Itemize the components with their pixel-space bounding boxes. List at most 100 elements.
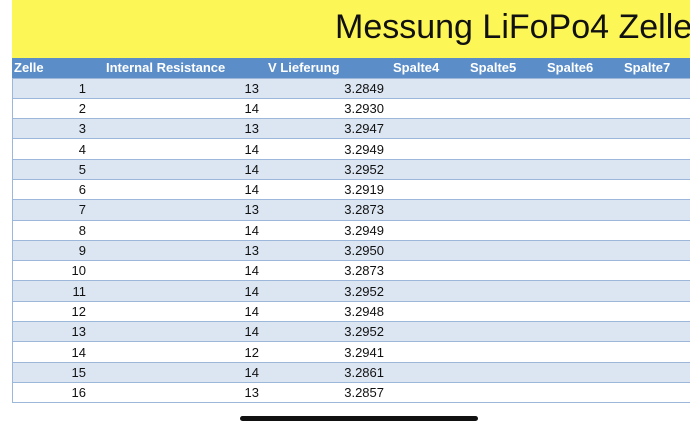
- cell-spalte4[interactable]: [389, 219, 466, 241]
- cell-spalte7[interactable]: [620, 97, 690, 119]
- cell-v-lieferung[interactable]: 3.2950: [264, 239, 389, 261]
- cell-spalte4[interactable]: [389, 260, 466, 281]
- cell-spalte7[interactable]: [620, 199, 690, 221]
- cell-spalte6[interactable]: [543, 300, 620, 322]
- column-header-spalte6[interactable]: Spalte6: [543, 58, 620, 78]
- cell-v-lieferung[interactable]: 3.2948: [264, 300, 389, 322]
- cell-spalte4[interactable]: [389, 341, 466, 363]
- cell-spalte7[interactable]: [620, 138, 690, 160]
- cell-spalte7[interactable]: [620, 118, 690, 139]
- cell-zelle[interactable]: 1: [12, 77, 92, 99]
- cell-spalte5[interactable]: [466, 300, 543, 322]
- cell-v-lieferung[interactable]: 3.2930: [264, 97, 389, 119]
- cell-spalte5[interactable]: [466, 381, 543, 404]
- home-indicator-bar[interactable]: [240, 416, 478, 421]
- cell-v-lieferung[interactable]: 3.2949: [264, 219, 389, 241]
- cell-spalte5[interactable]: [466, 118, 543, 139]
- cell-spalte5[interactable]: [466, 361, 543, 383]
- column-header-internal-resistance[interactable]: Internal Resistance: [92, 58, 264, 78]
- column-header-spalte5[interactable]: Spalte5: [466, 58, 543, 78]
- cell-spalte4[interactable]: [389, 138, 466, 160]
- cell-zelle[interactable]: 15: [12, 361, 92, 383]
- cell-spalte4[interactable]: [389, 321, 466, 342]
- cell-spalte6[interactable]: [543, 381, 620, 404]
- cell-zelle[interactable]: 3: [12, 118, 92, 139]
- cell-spalte6[interactable]: [543, 260, 620, 281]
- cell-spalte7[interactable]: [620, 178, 690, 200]
- cell-zelle[interactable]: 12: [12, 300, 92, 322]
- cell-spalte4[interactable]: [389, 158, 466, 180]
- cell-internal-resistance[interactable]: 14: [92, 321, 264, 342]
- cell-spalte5[interactable]: [466, 77, 543, 99]
- cell-internal-resistance[interactable]: 14: [92, 260, 264, 281]
- cell-spalte7[interactable]: [620, 280, 690, 302]
- cell-internal-resistance[interactable]: 13: [92, 199, 264, 221]
- cell-v-lieferung[interactable]: 3.2952: [264, 280, 389, 302]
- cell-v-lieferung[interactable]: 3.2941: [264, 341, 389, 363]
- cell-spalte6[interactable]: [543, 178, 620, 200]
- cell-zelle[interactable]: 16: [12, 381, 92, 404]
- cell-spalte5[interactable]: [466, 219, 543, 241]
- cell-internal-resistance[interactable]: 13: [92, 118, 264, 139]
- cell-spalte6[interactable]: [543, 361, 620, 383]
- cell-zelle[interactable]: 9: [12, 239, 92, 261]
- cell-internal-resistance[interactable]: 14: [92, 361, 264, 383]
- column-header-v-lieferung[interactable]: V Lieferung: [264, 58, 389, 78]
- cell-spalte6[interactable]: [543, 321, 620, 342]
- cell-internal-resistance[interactable]: 14: [92, 158, 264, 180]
- cell-spalte7[interactable]: [620, 260, 690, 281]
- cell-v-lieferung[interactable]: 3.2861: [264, 361, 389, 383]
- cell-spalte4[interactable]: [389, 118, 466, 139]
- cell-spalte4[interactable]: [389, 300, 466, 322]
- cell-spalte5[interactable]: [466, 178, 543, 200]
- cell-spalte7[interactable]: [620, 341, 690, 363]
- cell-zelle[interactable]: 7: [12, 199, 92, 221]
- column-header-spalte4[interactable]: Spalte4: [389, 58, 466, 78]
- cell-spalte7[interactable]: [620, 321, 690, 342]
- column-header-spalte7[interactable]: Spalte7: [620, 58, 690, 78]
- cell-v-lieferung[interactable]: 3.2952: [264, 158, 389, 180]
- cell-spalte5[interactable]: [466, 199, 543, 221]
- cell-spalte4[interactable]: [389, 77, 466, 99]
- cell-spalte4[interactable]: [389, 361, 466, 383]
- cell-spalte4[interactable]: [389, 381, 466, 404]
- cell-spalte7[interactable]: [620, 381, 690, 404]
- cell-internal-resistance[interactable]: 14: [92, 219, 264, 241]
- cell-internal-resistance[interactable]: 14: [92, 138, 264, 160]
- cell-zelle[interactable]: 10: [12, 260, 92, 281]
- column-header-zelle[interactable]: Zelle: [12, 58, 92, 78]
- cell-internal-resistance[interactable]: 14: [92, 300, 264, 322]
- cell-spalte5[interactable]: [466, 260, 543, 281]
- cell-spalte5[interactable]: [466, 239, 543, 261]
- cell-v-lieferung[interactable]: 3.2952: [264, 321, 389, 342]
- cell-zelle[interactable]: 2: [12, 97, 92, 119]
- cell-spalte4[interactable]: [389, 178, 466, 200]
- cell-spalte6[interactable]: [543, 138, 620, 160]
- cell-spalte4[interactable]: [389, 239, 466, 261]
- cell-internal-resistance[interactable]: 13: [92, 381, 264, 404]
- cell-zelle[interactable]: 4: [12, 138, 92, 160]
- cell-spalte4[interactable]: [389, 280, 466, 302]
- cell-v-lieferung[interactable]: 3.2919: [264, 178, 389, 200]
- cell-spalte6[interactable]: [543, 199, 620, 221]
- cell-spalte6[interactable]: [543, 219, 620, 241]
- cell-spalte4[interactable]: [389, 97, 466, 119]
- cell-v-lieferung[interactable]: 3.2949: [264, 138, 389, 160]
- cell-zelle[interactable]: 11: [12, 280, 92, 302]
- cell-internal-resistance[interactable]: 13: [92, 77, 264, 99]
- cell-zelle[interactable]: 13: [12, 321, 92, 342]
- cell-spalte6[interactable]: [543, 97, 620, 119]
- cell-spalte5[interactable]: [466, 280, 543, 302]
- cell-spalte4[interactable]: [389, 199, 466, 221]
- cell-spalte7[interactable]: [620, 77, 690, 99]
- cell-internal-resistance[interactable]: 14: [92, 97, 264, 119]
- cell-zelle[interactable]: 14: [12, 341, 92, 363]
- cell-zelle[interactable]: 6: [12, 178, 92, 200]
- cell-spalte7[interactable]: [620, 158, 690, 180]
- cell-v-lieferung[interactable]: 3.2873: [264, 199, 389, 221]
- cell-spalte7[interactable]: [620, 219, 690, 241]
- cell-spalte5[interactable]: [466, 321, 543, 342]
- cell-spalte6[interactable]: [543, 158, 620, 180]
- cell-spalte7[interactable]: [620, 300, 690, 322]
- cell-spalte5[interactable]: [466, 341, 543, 363]
